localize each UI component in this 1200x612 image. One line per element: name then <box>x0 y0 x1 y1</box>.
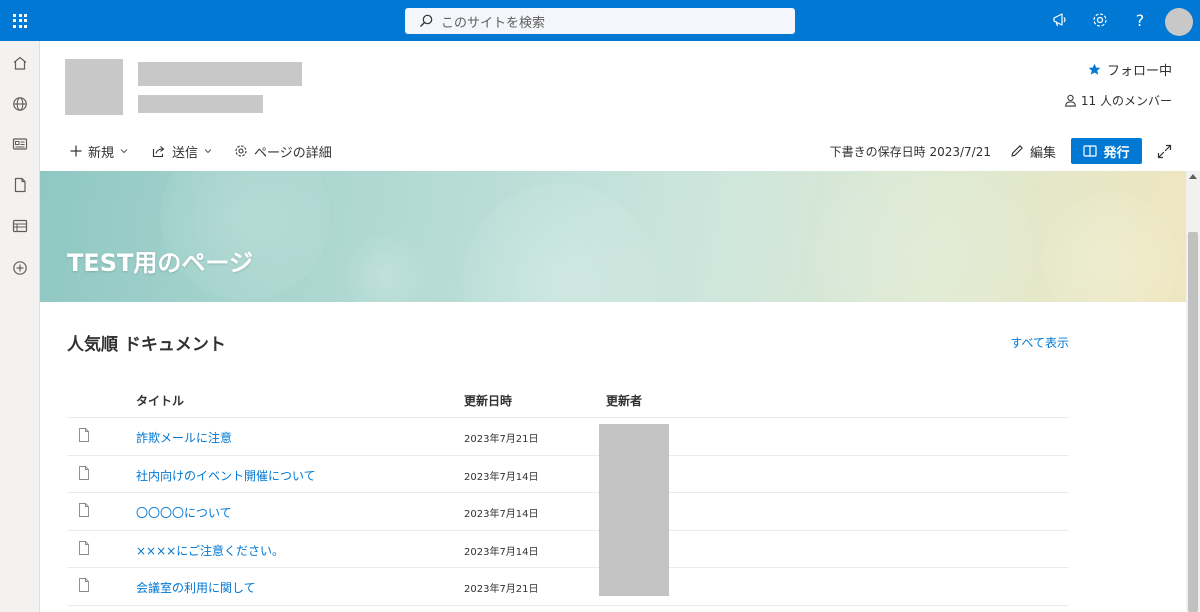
expand-icon[interactable] <box>1157 132 1178 170</box>
user-avatar[interactable] <box>1165 8 1193 36</box>
members-button[interactable]: 11 人のメンバー <box>1064 92 1172 109</box>
file-icon <box>79 540 89 555</box>
file-icon <box>79 465 89 480</box>
book-icon <box>1083 145 1098 157</box>
site-description-redacted <box>138 95 263 113</box>
command-bar: 新規 送信 ページの詳細 下書きの保存日時 2023/7/21 編集 発行 <box>40 132 1200 170</box>
follow-label: フォロー中 <box>1106 64 1172 79</box>
members-label: 11 人のメンバー <box>1080 94 1172 108</box>
section-title: 人気順 ドキュメント <box>67 335 226 355</box>
file-icon <box>79 503 89 518</box>
hero-banner: TEST用のページ <box>40 171 1186 302</box>
app-launcher-icon[interactable] <box>0 0 40 41</box>
table-row[interactable]: 詐欺メールに注意 2023年7月21日 <box>67 418 1069 456</box>
document-title-link[interactable]: 会議室の利用に関して <box>136 579 256 596</box>
document-title-link[interactable]: 〇〇〇〇について <box>136 504 232 521</box>
gear-icon <box>235 145 247 157</box>
list-header: タイトル 更新日時 更新者 <box>67 380 1069 418</box>
left-app-rail <box>0 41 40 612</box>
site-logo[interactable] <box>65 59 123 115</box>
edit-button[interactable]: 編集 <box>1010 132 1056 170</box>
scroll-up-arrow[interactable] <box>1189 174 1197 179</box>
table-row[interactable]: 会議室の利用に関して 2023年7月21日 <box>67 568 1069 606</box>
search-icon <box>420 14 433 27</box>
page-title: TEST用のページ <box>67 249 253 277</box>
file-icon <box>79 428 89 442</box>
star-icon <box>1088 63 1101 75</box>
page-details-label: ページの詳細 <box>254 145 332 161</box>
table-row[interactable]: 〇〇〇〇について 2023年7月14日 <box>67 493 1069 531</box>
help-icon[interactable]: ? <box>1129 9 1151 31</box>
globe-icon[interactable] <box>10 94 30 114</box>
document-title-link[interactable]: 詐欺メールに注意 <box>136 429 232 446</box>
plus-icon <box>70 145 82 157</box>
document-modified: 2023年7月14日 <box>464 471 539 483</box>
chevron-down-icon <box>204 149 212 154</box>
search-box[interactable]: このサイトを検索 <box>405 8 795 34</box>
new-label: 新規 <box>88 145 115 161</box>
document-modified: 2023年7月21日 <box>464 584 539 596</box>
home-icon[interactable] <box>10 53 30 73</box>
document-modified: 2023年7月14日 <box>464 546 539 558</box>
page-details-button[interactable]: ページの詳細 <box>234 132 332 170</box>
add-circle-icon[interactable] <box>10 258 30 278</box>
person-icon <box>1065 94 1076 107</box>
megaphone-icon[interactable] <box>1049 9 1071 31</box>
modified-by-redacted <box>599 424 669 596</box>
settings-gear-icon[interactable] <box>1089 9 1111 31</box>
publish-button[interactable]: 発行 <box>1071 138 1142 164</box>
share-icon <box>152 145 165 157</box>
document-modified: 2023年7月14日 <box>464 509 539 521</box>
document-title-link[interactable]: 社内向けのイベント開催について <box>136 467 316 484</box>
follow-button[interactable]: フォロー中 <box>1088 60 1172 79</box>
new-button[interactable]: 新規 <box>70 132 128 170</box>
search-input[interactable]: このサイトを検索 <box>441 12 545 31</box>
chevron-down-icon <box>120 149 128 154</box>
news-icon[interactable] <box>10 134 30 154</box>
scrollbar-thumb[interactable] <box>1188 232 1198 612</box>
send-button[interactable]: 送信 <box>152 132 212 170</box>
site-title-redacted[interactable] <box>138 62 302 86</box>
document-title-link[interactable]: ××××にご注意ください。 <box>136 542 284 559</box>
list-icon[interactable] <box>10 216 30 236</box>
file-icon <box>79 578 89 593</box>
document-list: タイトル 更新日時 更新者 詐欺メールに注意 2023年7月21日 社内向けのイ… <box>67 380 1069 606</box>
table-row[interactable]: 社内向けのイベント開催について 2023年7月14日 <box>67 456 1069 494</box>
pencil-icon <box>1011 145 1023 157</box>
draft-status: 下書きの保存日時 2023/7/21 <box>829 144 991 159</box>
table-row[interactable]: ××××にご注意ください。 2023年7月14日 <box>67 531 1069 569</box>
document-modified: 2023年7月21日 <box>464 434 539 445</box>
suite-bar: このサイトを検索 ? <box>0 0 1200 41</box>
publish-label: 発行 <box>1103 145 1130 161</box>
see-all-link[interactable]: すべて表示 <box>1010 334 1069 351</box>
edit-label: 編集 <box>1030 145 1057 161</box>
column-header-title[interactable]: タイトル <box>136 392 184 409</box>
column-header-modified[interactable]: 更新日時 <box>464 392 512 409</box>
column-header-modified-by[interactable]: 更新者 <box>606 392 642 409</box>
send-label: 送信 <box>172 145 199 161</box>
document-icon[interactable] <box>10 175 30 195</box>
